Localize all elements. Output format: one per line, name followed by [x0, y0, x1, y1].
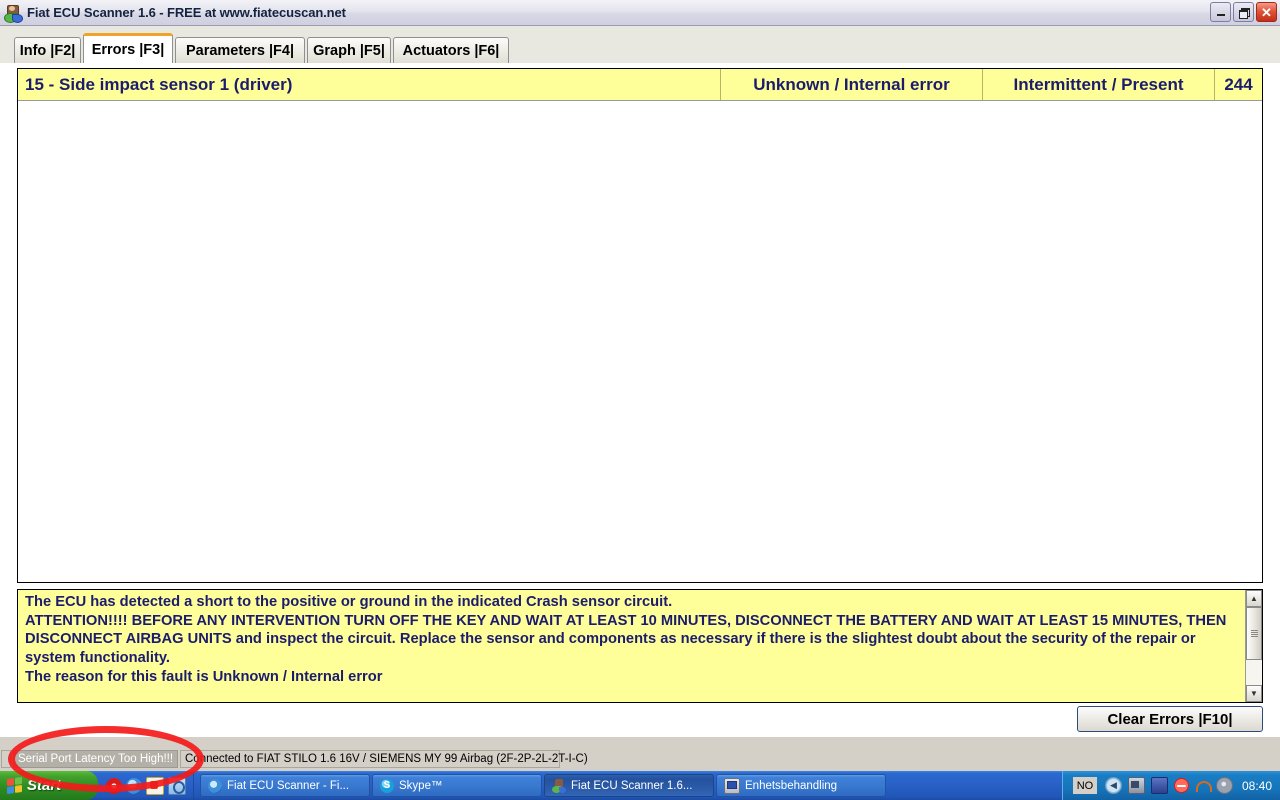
description-line-3: The reason for this fault is Unknown / I… [25, 668, 383, 685]
windows-explorer-icon[interactable] [168, 776, 186, 795]
error-name: 15 - Side impact sensor 1 (driver) [25, 74, 293, 94]
acrobat-icon[interactable] [146, 776, 164, 795]
taskbar-item-label: Skype™ [399, 779, 443, 792]
taskbar-item-fiat-ecu-scanner[interactable]: Fiat ECU Scanner 1.6... [544, 774, 714, 797]
error-description-text: The ECU has detected a short to the posi… [18, 590, 1245, 702]
minimize-button[interactable] [1210, 2, 1231, 22]
show-hidden-icons-arrow-icon[interactable]: ◀ [1104, 777, 1122, 794]
taskbar-item-label: Fiat ECU Scanner - Fi... [227, 779, 350, 792]
window-controls: ✕ [1210, 2, 1277, 22]
close-button[interactable]: ✕ [1256, 2, 1277, 22]
status-bar: Serial Port Latency Too High!!! Connecte… [0, 748, 1280, 770]
status-pane-spacer [1, 750, 11, 768]
scroll-up-icon[interactable]: ▲ [1246, 590, 1262, 607]
errors-list[interactable]: 15 - Side impact sensor 1 (driver) Unkno… [17, 68, 1263, 583]
description-line-1: The ECU has detected a short to the posi… [25, 594, 673, 610]
taskbar: Start Fiat ECU Scanner - Fi... S Skype™ … [0, 771, 1280, 800]
start-button[interactable]: Start [0, 771, 98, 800]
start-button-label: Start [27, 777, 62, 794]
system-tray: NO ◀ 08:40 [1061, 771, 1280, 800]
restore-button[interactable] [1233, 2, 1254, 22]
taskbar-item-label: Enhetsbehandling [745, 779, 838, 792]
tab-actuators[interactable]: Actuators |F6| [393, 37, 509, 63]
fiat-ecu-scanner-icon [552, 778, 566, 793]
tab-info[interactable]: Info |F2| [14, 37, 81, 63]
status-badge-latency: Serial Port Latency Too High!!! [13, 750, 178, 768]
skype-icon: S [380, 778, 394, 793]
internet-explorer-icon[interactable] [126, 777, 142, 794]
tab-strip: Info |F2| Errors |F3| Parameters |F4| Gr… [0, 26, 1280, 63]
windows-logo-icon [7, 776, 22, 795]
clear-errors-button[interactable]: Clear Errors |F10| [1077, 706, 1263, 732]
disc-icon[interactable] [1215, 777, 1233, 794]
taskbar-item-fiat-web[interactable]: Fiat ECU Scanner - Fi... [200, 774, 370, 797]
opera-icon[interactable] [106, 777, 122, 794]
tab-graph[interactable]: Graph |F5| [307, 37, 391, 63]
scrollbar-track[interactable] [1246, 607, 1262, 685]
error-status: Intermittent / Present [982, 69, 1214, 100]
battery-icon[interactable] [1150, 777, 1168, 794]
scroll-down-icon[interactable]: ▼ [1246, 685, 1262, 702]
device-manager-icon [724, 777, 740, 794]
table-row[interactable]: 15 - Side impact sensor 1 (driver) Unkno… [18, 69, 1262, 101]
description-scrollbar[interactable]: ▲ ▼ [1245, 590, 1262, 702]
language-indicator[interactable]: NO [1072, 777, 1097, 794]
title-bar: Fiat ECU Scanner 1.6 - FREE at www.fiate… [0, 0, 1280, 26]
error-count: 244 [1214, 69, 1262, 100]
taskbar-item-enhetsbehandling[interactable]: Enhetsbehandling [716, 774, 886, 797]
error-cause: Unknown / Internal error [720, 69, 982, 100]
error-description-panel: The ECU has detected a short to the posi… [17, 589, 1263, 703]
taskbar-items: Fiat ECU Scanner - Fi... S Skype™ Fiat E… [194, 774, 886, 797]
fiat-ecu-scanner-icon [4, 4, 23, 23]
scrollbar-thumb[interactable] [1246, 607, 1262, 660]
app-screen: Fiat ECU Scanner 1.6 - FREE at www.fiate… [0, 0, 1280, 800]
description-line-2: ATTENTION!!!! BEFORE ANY INTERVENTION TU… [25, 612, 1227, 667]
taskbar-clock[interactable]: 08:40 [1242, 779, 1272, 793]
quick-launch-bar [98, 771, 194, 800]
tab-errors[interactable]: Errors |F3| [83, 33, 173, 63]
safely-remove-hardware-icon[interactable] [1173, 778, 1189, 793]
grip-icon [1250, 630, 1258, 637]
taskbar-item-skype[interactable]: S Skype™ [372, 774, 542, 797]
status-connection: Connected to FIAT STILO 1.6 16V / SIEMEN… [180, 750, 588, 768]
taskbar-item-label: Fiat ECU Scanner 1.6... [571, 779, 693, 792]
wireless-icon[interactable] [1195, 778, 1212, 793]
window-title: Fiat ECU Scanner 1.6 - FREE at www.fiate… [27, 5, 346, 20]
network-icon[interactable] [1127, 777, 1145, 794]
internet-explorer-icon [208, 778, 222, 793]
tab-parameters[interactable]: Parameters |F4| [175, 37, 305, 63]
